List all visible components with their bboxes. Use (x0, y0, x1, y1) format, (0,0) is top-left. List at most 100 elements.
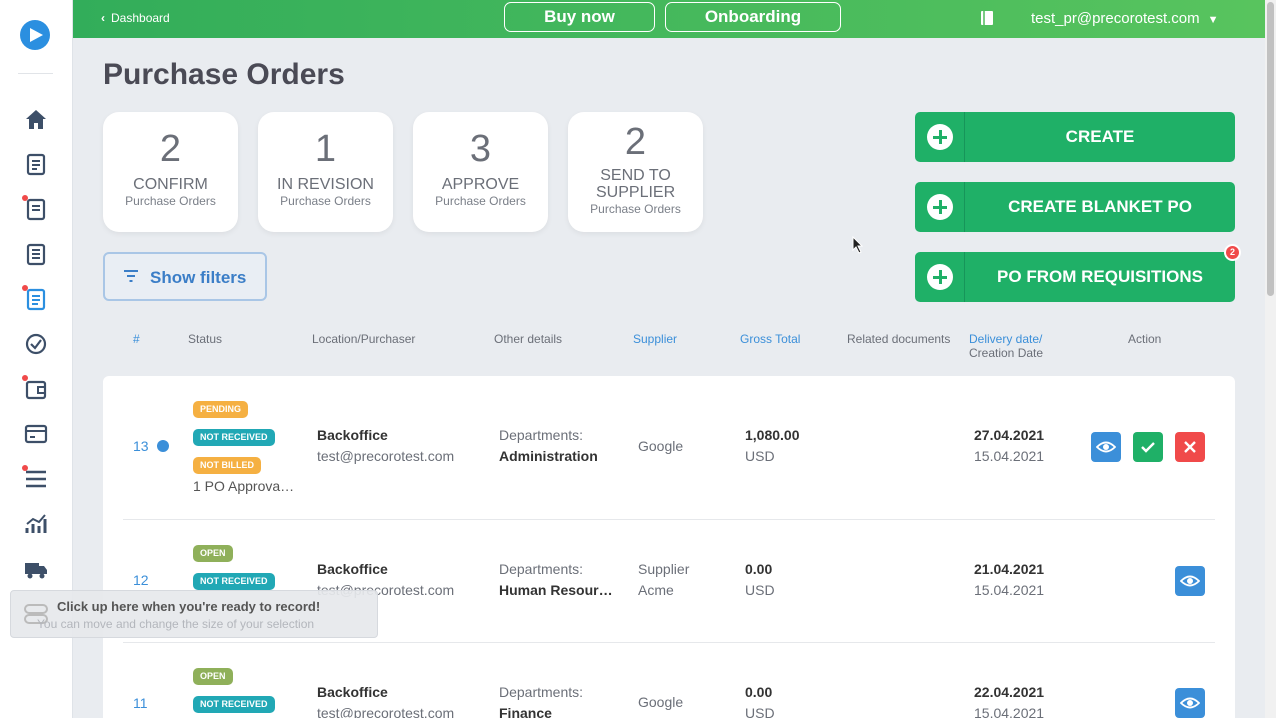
create-button[interactable]: CREATE (915, 112, 1235, 162)
onboarding-button[interactable]: Onboarding (665, 2, 841, 32)
po-from-requisitions-label: PO FROM REQUISITIONS (997, 267, 1203, 286)
col-header-status: Status (188, 332, 223, 346)
status-badge: NOT RECEIVED (193, 429, 275, 446)
create-blanket-po-button[interactable]: CREATE BLANKET PO (915, 182, 1235, 232)
stat-sublabel: Purchase Orders (435, 194, 526, 208)
invoices-icon[interactable] (23, 241, 49, 267)
stat-card-send-to-supplier[interactable]: 2 SEND TO SUPPLIER Purchase Orders (568, 112, 703, 232)
stat-label: APPROVE (441, 176, 520, 193)
stat-label: IN REVISION (277, 176, 374, 193)
back-to-dashboard-link[interactable]: ‹ Dashboard (101, 11, 170, 25)
analytics-icon[interactable] (23, 511, 49, 537)
book-icon[interactable] (980, 10, 994, 26)
status-badge: OPEN (193, 668, 233, 685)
purchase-orders-icon[interactable] (22, 195, 49, 222)
gross-total: 0.00 (745, 684, 773, 700)
approvals-check-icon[interactable] (23, 331, 49, 357)
stat-count: 2 (624, 121, 647, 163)
supplier: Google (638, 694, 684, 710)
show-filters-button[interactable]: Show filters (103, 252, 267, 301)
stat-count: 3 (469, 128, 492, 170)
gross-total: 1,080.00 (745, 427, 800, 443)
create-label: CREATE (1065, 127, 1135, 146)
chevron-left-icon: ‹ (101, 11, 105, 25)
col-header-delivery-date[interactable]: Delivery date/ (969, 332, 1042, 346)
active-orders-icon[interactable] (22, 285, 49, 312)
chevron-down-icon: ▼ (1207, 14, 1219, 26)
reject-button[interactable] (1175, 432, 1205, 462)
close-icon (1184, 441, 1196, 453)
app-logo[interactable] (20, 20, 50, 50)
department: Human Resour… (499, 582, 613, 598)
row-divider (123, 642, 1215, 643)
plus-circle-icon (927, 194, 953, 220)
stat-label: SEND TO SUPPLIER (596, 167, 676, 201)
row-divider (123, 519, 1215, 520)
po-number-link[interactable]: 11 (133, 695, 148, 711)
view-button[interactable] (1175, 688, 1205, 718)
departments-label: Departments: (499, 684, 584, 700)
status-badge: NOT BILLED (193, 457, 261, 474)
notification-dot (22, 285, 28, 291)
stat-count: 1 (314, 128, 337, 170)
stat-card-in-revision[interactable]: 1 IN REVISION Purchase Orders (258, 112, 393, 232)
plus-area (915, 182, 965, 232)
po-number-cell[interactable]: 13 (133, 436, 169, 457)
col-header-other-details: Other details (494, 332, 563, 346)
notification-dot (22, 195, 28, 201)
stat-card-confirm[interactable]: 2 CONFIRM Purchase Orders (103, 112, 238, 232)
user-email: test_pr@precorotest.com (1031, 10, 1200, 27)
po-from-requisitions-button[interactable]: PO FROM REQUISITIONS 2 (915, 244, 1241, 302)
card-icon[interactable] (23, 421, 49, 447)
mouse-cursor-icon (852, 236, 864, 254)
status-badge: NOT RECEIVED (193, 573, 275, 590)
col-header-supplier[interactable]: Supplier (633, 332, 677, 346)
scrollbar-thumb[interactable] (1267, 2, 1274, 296)
plus-circle-icon (927, 264, 953, 290)
show-filters-label: Show filters (150, 268, 247, 287)
view-button[interactable] (1175, 566, 1205, 596)
col-header-number[interactable]: # (133, 332, 140, 346)
po-number-cell[interactable]: 11 (133, 693, 148, 714)
orders-table: 13 PENDING NOT RECEIVED NOT BILLED 1 PO … (103, 376, 1235, 718)
approvals-text: 1 PO Approva… (193, 478, 295, 494)
col-header-gross-total[interactable]: Gross Total (740, 332, 800, 346)
plus-circle-icon (927, 124, 953, 150)
wallet-icon[interactable] (22, 375, 49, 402)
home-icon[interactable] (23, 106, 49, 132)
user-menu[interactable]: test_pr@precorotest.com ▼ (1031, 10, 1219, 27)
requisitions-icon[interactable] (23, 151, 49, 177)
delivery-truck-icon[interactable] (23, 556, 49, 582)
creation-date: 15.04.2021 (974, 448, 1045, 464)
notification-dot (22, 465, 28, 471)
po-number-link[interactable]: 13 (133, 438, 149, 454)
stat-sublabel: Purchase Orders (125, 194, 216, 208)
top-bar: ‹ Dashboard Buy now Onboarding test_pr@pr… (73, 0, 1265, 38)
buy-now-button[interactable]: Buy now (504, 2, 655, 32)
department: Administration (499, 448, 598, 464)
location: Backoffice (317, 427, 388, 443)
po-number-cell[interactable]: 12 (133, 570, 149, 591)
approve-button[interactable] (1133, 432, 1163, 462)
stat-label: CONFIRM (133, 176, 208, 193)
view-button[interactable] (1091, 432, 1121, 462)
supplier: Supplier (638, 561, 690, 577)
record-prompt-overlay[interactable]: Click up here when you're ready to recor… (10, 590, 378, 638)
po-number-link[interactable]: 12 (133, 572, 149, 588)
purchaser-email: test@precorotest.com (317, 448, 455, 464)
col-header-action: Action (1128, 332, 1162, 346)
supplier-line-2: Acme (638, 582, 674, 598)
filter-icon (124, 270, 138, 282)
stat-sublabel: Purchase Orders (590, 202, 681, 216)
back-label: Dashboard (111, 11, 170, 25)
gross-total: 0.00 (745, 561, 773, 577)
page-scrollbar[interactable] (1265, 0, 1276, 718)
departments-label: Departments: (499, 427, 584, 443)
list-icon[interactable] (22, 465, 49, 492)
unread-dot (156, 440, 169, 452)
stat-card-approve[interactable]: 3 APPROVE Purchase Orders (413, 112, 548, 232)
stat-sublabel: Purchase Orders (280, 194, 371, 208)
delivery-date: 21.04.2021 (974, 561, 1045, 577)
plus-area (915, 112, 965, 162)
currency: USD (745, 448, 775, 464)
